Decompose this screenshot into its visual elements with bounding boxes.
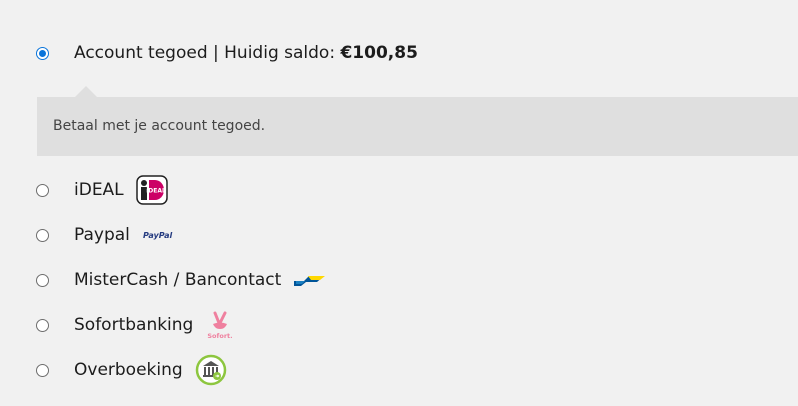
payment-method-paypal[interactable]: Paypal PayPal bbox=[36, 220, 176, 250]
paypal-radio[interactable] bbox=[36, 228, 49, 242]
payment-method-ideal[interactable]: iDEAL iDEAL bbox=[36, 175, 168, 205]
payment-method-account[interactable]: Account tegoed | Huidig saldo: €100,85 bbox=[36, 38, 418, 68]
ideal-radio[interactable] bbox=[36, 183, 49, 197]
overboeking-label[interactable]: Overboeking bbox=[74, 355, 183, 385]
bancontact-logo-icon bbox=[293, 272, 327, 288]
payment-method-bancontact[interactable]: MisterCash / Bancontact bbox=[36, 265, 327, 295]
overboeking-radio[interactable] bbox=[36, 363, 49, 377]
account-balance: €100,85 bbox=[340, 43, 418, 63]
payment-description: Betaal met je account tegoed. bbox=[37, 86, 798, 156]
sofort-logo-icon: Sofort. bbox=[205, 309, 235, 341]
bank-transfer-icon bbox=[195, 354, 227, 386]
paypal-logo-text: PayPal bbox=[143, 231, 172, 240]
account-label-text: Account tegoed | Huidig saldo: bbox=[74, 43, 341, 63]
sofort-radio[interactable] bbox=[36, 318, 49, 332]
payment-method-sofort[interactable]: Sofortbanking Sofort. bbox=[36, 310, 235, 340]
ideal-label[interactable]: iDEAL bbox=[74, 175, 124, 205]
account-radio[interactable] bbox=[36, 46, 49, 60]
sofort-label[interactable]: Sofortbanking bbox=[74, 310, 193, 340]
paypal-label[interactable]: Paypal bbox=[74, 220, 130, 250]
paypal-logo-icon: PayPal bbox=[142, 228, 176, 242]
bancontact-label[interactable]: MisterCash / Bancontact bbox=[74, 265, 281, 295]
ideal-logo-text: iDEAL bbox=[146, 188, 166, 195]
bancontact-radio[interactable] bbox=[36, 273, 49, 287]
payment-description-text: Betaal met je account tegoed. bbox=[53, 118, 266, 134]
payment-method-overboeking[interactable]: Overboeking bbox=[36, 354, 227, 386]
ideal-logo-icon: iDEAL bbox=[135, 175, 168, 205]
sofort-logo-text: Sofort. bbox=[208, 332, 233, 340]
account-label[interactable]: Account tegoed | Huidig saldo: €100,85 bbox=[74, 38, 418, 68]
